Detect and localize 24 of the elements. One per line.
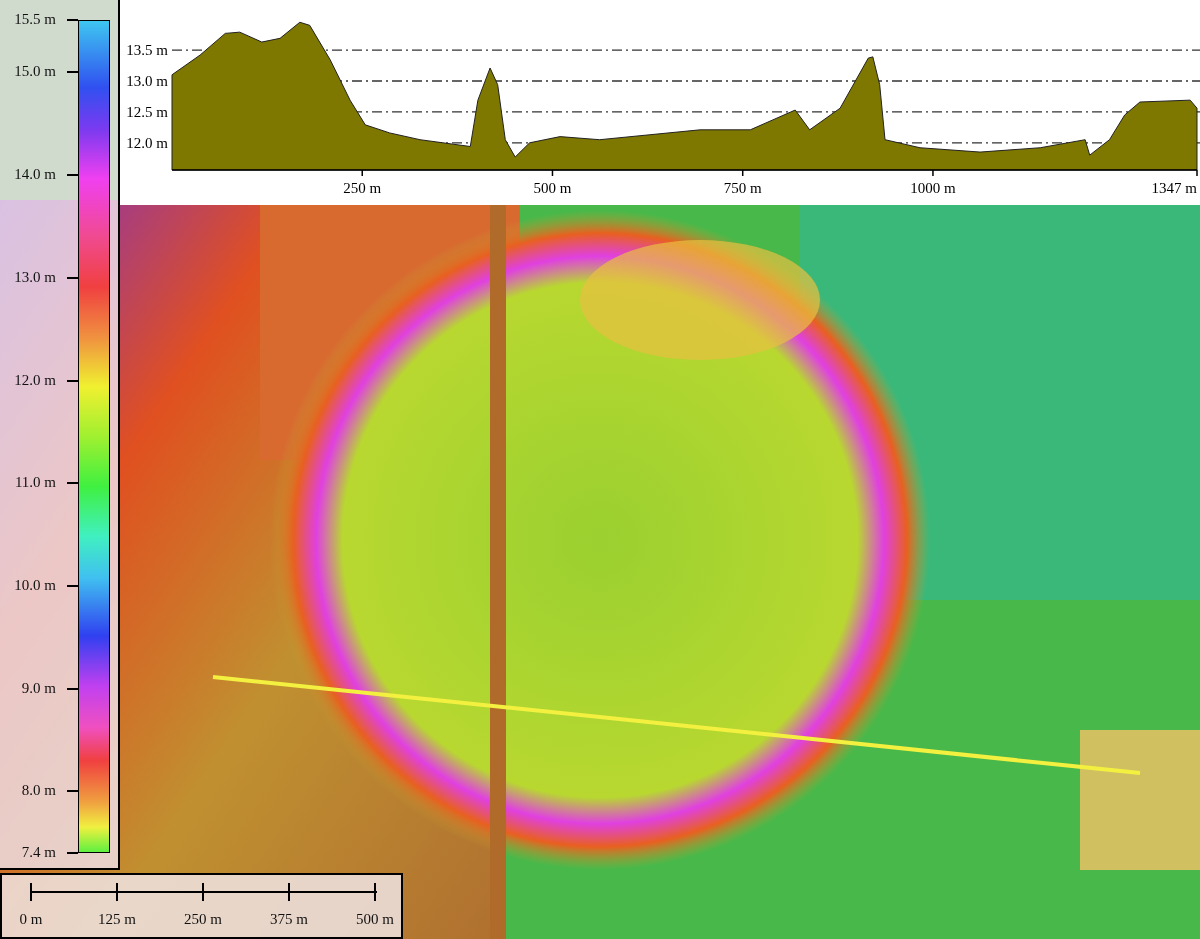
- legend-label: 8.0 m: [20, 782, 56, 798]
- scale-label: 500 m: [355, 911, 395, 928]
- legend-label: 13.0 m: [13, 269, 56, 285]
- scale-label: 0 m: [18, 911, 44, 928]
- legend-label: 11.0 m: [13, 474, 56, 490]
- scale-label: 375 m: [269, 911, 309, 928]
- x-tick-label: 500 m: [533, 180, 572, 196]
- x-tick-label: 1347 m: [1151, 180, 1197, 196]
- legend-label: 15.5 m: [13, 11, 56, 27]
- legend-label: 9.0 m: [20, 680, 56, 696]
- x-tick-label: 250 m: [343, 180, 382, 196]
- legend-label: 15.0 m: [13, 63, 56, 79]
- x-tick-label: 1000 m: [910, 180, 956, 196]
- x-tick-label: 750 m: [723, 180, 762, 196]
- scale-label: 250 m: [183, 911, 223, 928]
- y-tick-label: 12.0 m: [126, 134, 168, 151]
- y-tick-label: 13.5 m: [126, 42, 168, 59]
- legend-label: 14.0 m: [13, 166, 56, 182]
- scale-label: 125 m: [97, 911, 137, 928]
- y-tick-label: 12.5 m: [126, 103, 168, 120]
- legend-label: 7.4 m: [20, 844, 56, 860]
- legend-label: 12.0 m: [13, 372, 56, 388]
- legend-label: 10.0 m: [13, 577, 56, 593]
- y-tick-label: 13.0 m: [126, 73, 168, 89]
